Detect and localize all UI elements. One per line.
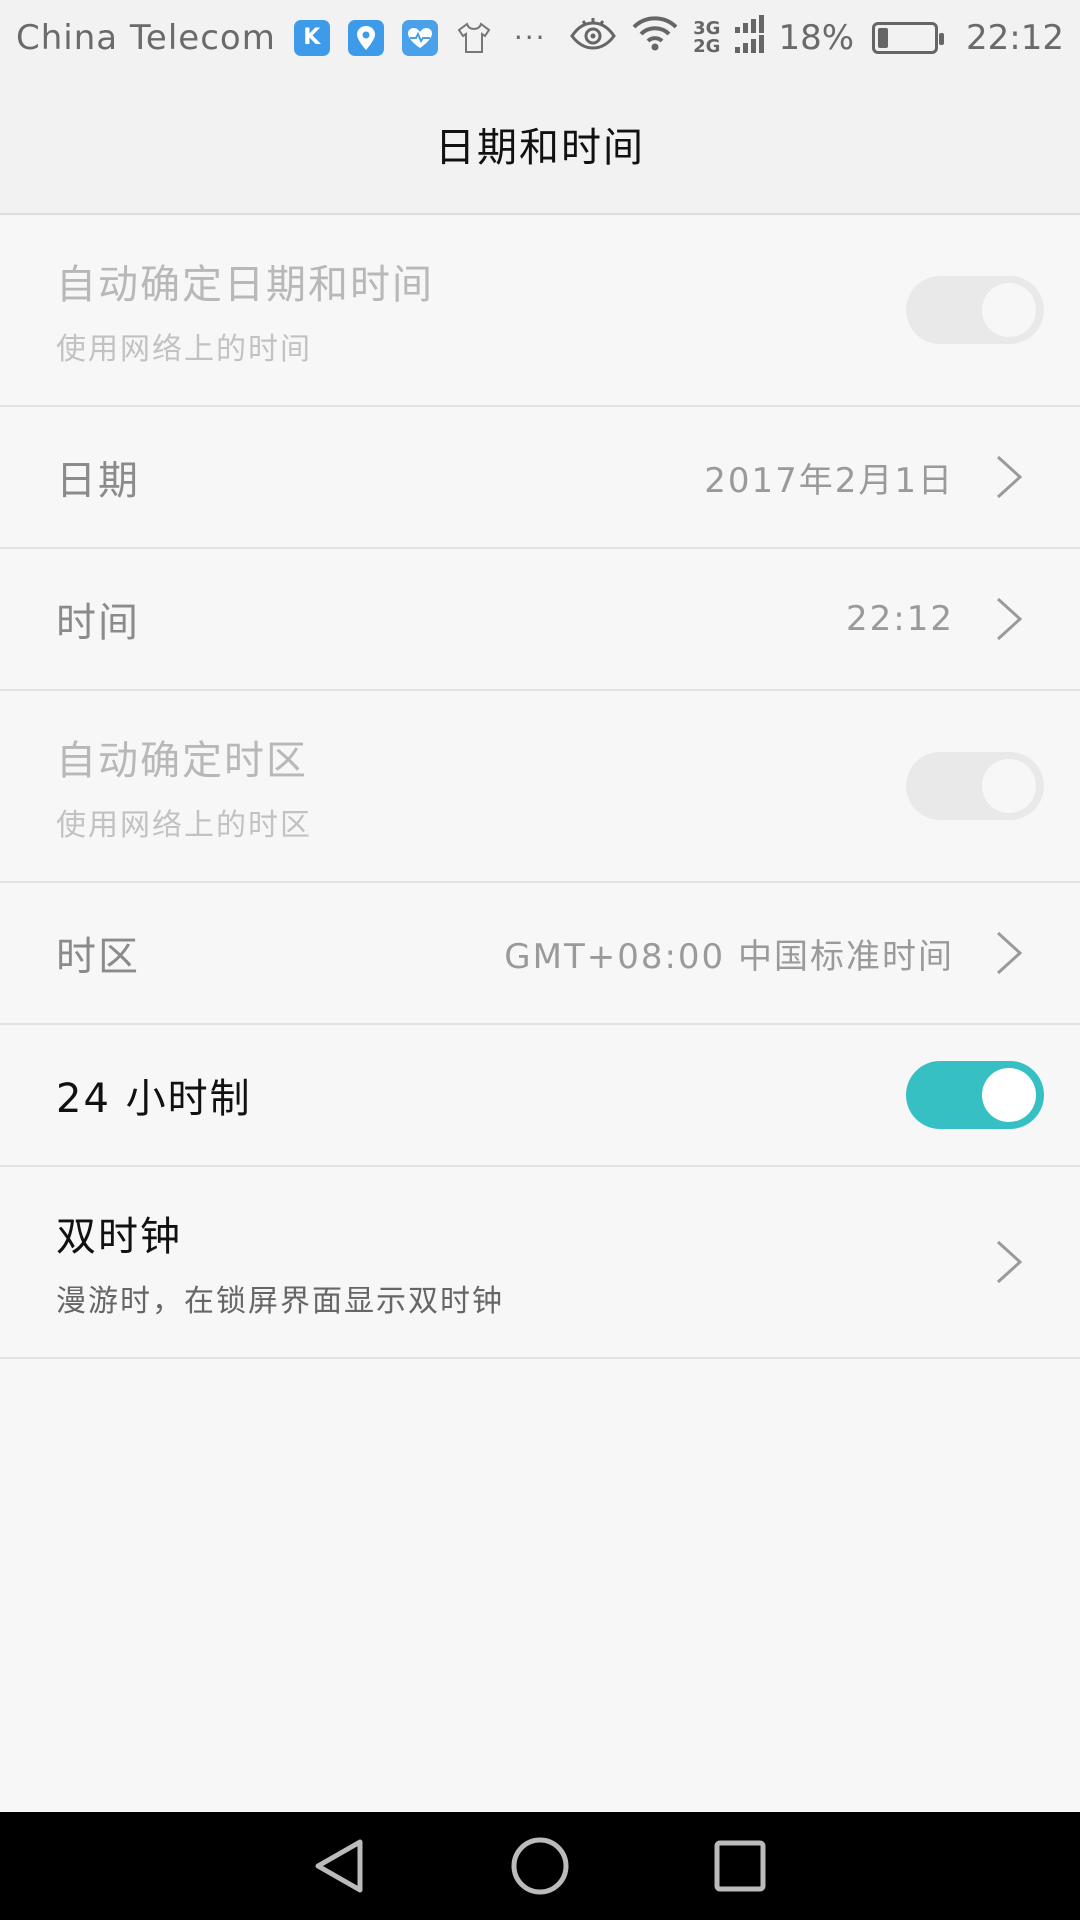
auto-date-time-title: 自动确定日期和时间 xyxy=(56,262,434,308)
battery-icon xyxy=(872,21,945,54)
back-icon[interactable] xyxy=(305,1831,375,1901)
24-hour-control xyxy=(906,1061,1044,1129)
dual-clock-row[interactable]: 双时钟 漫游时，在锁屏界面显示双时钟 xyxy=(0,1167,1080,1359)
timezone-right: GMT+08:00 中国标准时间 xyxy=(504,929,1024,978)
auto-date-time-toggle[interactable] xyxy=(906,276,1044,344)
auto-date-time-row: 自动确定日期和时间 使用网络上的时间 xyxy=(0,215,1080,407)
dual-clock-text: 双时钟 漫游时，在锁屏界面显示双时钟 xyxy=(56,1204,504,1320)
auto-timezone-text: 自动确定时区 使用网络上的时区 xyxy=(56,728,312,844)
auto-timezone-subtitle: 使用网络上的时区 xyxy=(56,808,312,843)
location-app-icon xyxy=(347,19,384,56)
wifi-icon xyxy=(631,14,679,61)
recents-icon[interactable] xyxy=(705,1831,775,1901)
health-app-icon xyxy=(401,19,438,56)
toggle-knob xyxy=(982,759,1036,813)
status-bar: China Telecom K ··· 3G 2G 18% 22:12 xyxy=(0,0,1080,75)
more-notifications-icon: ··· xyxy=(513,21,547,54)
battery-percent: 18% xyxy=(778,17,855,58)
date-row[interactable]: 日期 2017年2月1日 xyxy=(0,407,1080,549)
auto-date-time-control xyxy=(906,276,1044,344)
time-value: 22:12 xyxy=(846,599,954,639)
signal-icon xyxy=(734,13,765,62)
navigation-bar xyxy=(0,1812,1080,1920)
network-top-label: 3G xyxy=(693,17,721,39)
timezone-value: GMT+08:00 中国标准时间 xyxy=(504,936,954,977)
chevron-right-icon xyxy=(996,1240,1023,1284)
dual-clock-title: 双时钟 xyxy=(56,1214,182,1260)
page-title: 日期和时间 xyxy=(435,125,645,171)
settings-list: 自动确定日期和时间 使用网络上的时间 日期 2017年2月1日 时间 22:12… xyxy=(0,215,1080,1359)
toggle-knob xyxy=(982,283,1036,337)
page-header: 日期和时间 xyxy=(0,75,1080,215)
auto-date-time-subtitle: 使用网络上的时间 xyxy=(56,332,312,367)
time-title: 时间 xyxy=(56,600,140,646)
24-hour-title: 24 小时制 xyxy=(56,1076,252,1122)
auto-timezone-control xyxy=(906,752,1044,820)
eye-icon xyxy=(569,16,617,59)
toggle-knob xyxy=(982,1068,1036,1122)
chevron-right-icon xyxy=(996,597,1023,641)
network-type: 3G 2G xyxy=(693,17,721,57)
auto-timezone-row: 自动确定时区 使用网络上的时区 xyxy=(0,691,1080,883)
chevron-right-icon xyxy=(996,931,1023,975)
time-right: 22:12 xyxy=(846,596,1024,642)
status-right: 3G 2G 18% 22:12 xyxy=(569,13,1064,62)
chevron-right-icon xyxy=(996,455,1023,499)
k-app-icon: K xyxy=(293,19,330,56)
auto-date-time-text: 自动确定日期和时间 使用网络上的时间 xyxy=(56,252,434,368)
auto-timezone-toggle[interactable] xyxy=(906,752,1044,820)
auto-timezone-title: 自动确定时区 xyxy=(56,738,308,784)
carrier-name: China Telecom xyxy=(16,17,276,58)
date-title: 日期 xyxy=(56,458,140,504)
network-bottom-label: 2G xyxy=(693,35,721,57)
24-hour-row[interactable]: 24 小时制 xyxy=(0,1025,1080,1167)
status-time: 22:12 xyxy=(966,17,1064,58)
time-row[interactable]: 时间 22:12 xyxy=(0,549,1080,691)
dual-clock-right xyxy=(994,1239,1024,1285)
date-right: 2017年2月1日 xyxy=(704,453,1024,502)
timezone-title: 时区 xyxy=(56,934,140,980)
timezone-row[interactable]: 时区 GMT+08:00 中国标准时间 xyxy=(0,883,1080,1025)
date-value: 2017年2月1日 xyxy=(704,460,954,501)
home-icon[interactable] xyxy=(505,1831,575,1901)
shirt-app-icon xyxy=(456,20,492,56)
24-hour-toggle[interactable] xyxy=(906,1061,1044,1129)
dual-clock-subtitle: 漫游时，在锁屏界面显示双时钟 xyxy=(56,1284,504,1319)
